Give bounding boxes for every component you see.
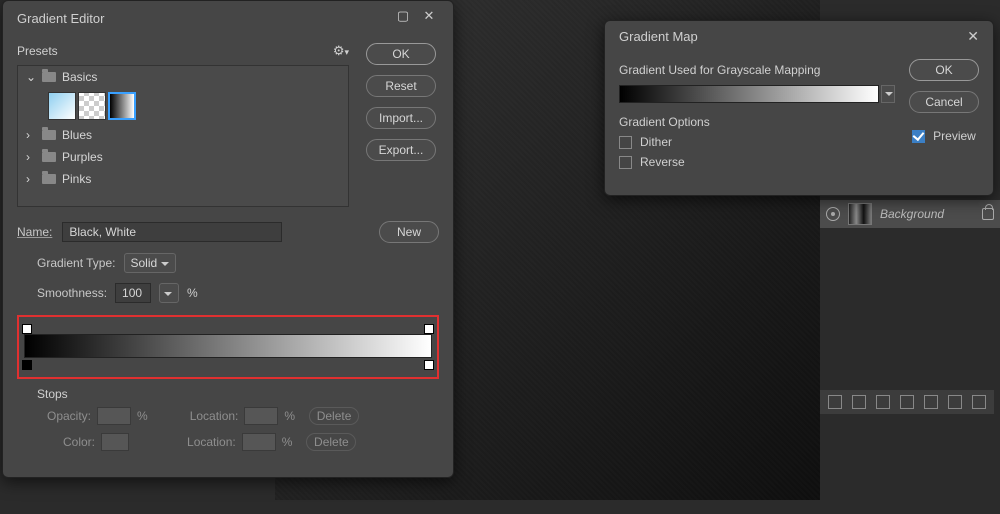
gradient-type-label: Gradient Type: (37, 256, 116, 270)
gradient-bar-highlight (17, 315, 439, 379)
export-button[interactable]: Export... (366, 139, 436, 161)
gradient-preview-bar[interactable] (24, 334, 432, 358)
folder-icon (42, 130, 56, 140)
folder-icon (42, 72, 56, 82)
smoothness-input[interactable] (115, 283, 151, 303)
color-stop-left[interactable] (22, 360, 32, 370)
close-icon[interactable]: ✕ (419, 8, 439, 28)
gradient-editor-titlebar[interactable]: Gradient Editor ▢ ✕ (3, 1, 453, 35)
color-label: Color: (63, 435, 95, 449)
preset-swatch[interactable] (48, 92, 76, 120)
preview-label: Preview (933, 129, 976, 143)
visibility-icon[interactable] (826, 207, 840, 221)
adjustment-icon[interactable] (900, 395, 914, 409)
percent-label: % (187, 286, 198, 300)
opacity-stop-right[interactable] (424, 324, 434, 334)
preset-swatch-selected[interactable] (108, 92, 136, 120)
close-icon[interactable]: ✕ (967, 28, 979, 45)
chevron-down-icon: ⌄ (26, 70, 36, 84)
reverse-label: Reverse (640, 155, 685, 169)
folder-icon (42, 152, 56, 162)
preset-swatch[interactable] (78, 92, 106, 120)
mask-icon[interactable] (876, 395, 890, 409)
opacity-input (97, 407, 131, 425)
gradient-dropdown-button[interactable] (881, 85, 895, 103)
smoothness-dropdown[interactable] (159, 283, 179, 303)
opacity-stop-left[interactable] (22, 324, 32, 334)
percent-label: % (282, 435, 293, 449)
name-input[interactable] (62, 222, 282, 242)
folder-label: Basics (62, 70, 97, 84)
lock-icon (982, 208, 994, 220)
link-icon[interactable] (828, 395, 842, 409)
gradient-map-dialog: Gradient Map ✕ Gradient Used for Graysca… (604, 20, 994, 196)
presets-folder-purples[interactable]: › Purples (18, 146, 348, 168)
folder-icon (42, 174, 56, 184)
group-icon[interactable] (924, 395, 938, 409)
presets-folder-blues[interactable]: › Blues (18, 124, 348, 146)
dialog-title: Gradient Editor (17, 11, 104, 26)
delete-color-stop-button: Delete (306, 433, 356, 451)
gradient-editor-dialog: Gradient Editor ▢ ✕ Presets ⚙︎▾ ⌄ Basics (2, 0, 454, 478)
layers-bottom-toolbar (820, 390, 994, 414)
folder-label: Pinks (62, 172, 91, 186)
gradient-map-titlebar[interactable]: Gradient Map ✕ (605, 21, 993, 51)
color-swatch-input (101, 433, 129, 451)
location-input (242, 433, 276, 451)
reverse-checkbox[interactable] (619, 156, 632, 169)
delete-opacity-stop-button: Delete (309, 407, 359, 425)
options-heading: Gradient Options (619, 115, 895, 129)
location-input (244, 407, 278, 425)
preview-checkbox[interactable] (912, 130, 925, 143)
dither-checkbox[interactable] (619, 136, 632, 149)
chevron-right-icon: › (26, 172, 36, 186)
maximize-icon[interactable]: ▢ (393, 8, 413, 28)
ok-button[interactable]: OK (909, 59, 979, 81)
layer-name-label[interactable]: Background (880, 207, 944, 221)
presets-list[interactable]: ⌄ Basics › Blues › Purples (17, 65, 349, 207)
new-layer-icon[interactable] (948, 395, 962, 409)
new-button[interactable]: New (379, 221, 439, 243)
dialog-title: Gradient Map (619, 29, 698, 44)
dither-label: Dither (640, 135, 672, 149)
ok-button[interactable]: OK (366, 43, 436, 65)
percent-label: % (284, 409, 295, 423)
smoothness-label: Smoothness: (37, 286, 107, 300)
location-label: Location: (190, 409, 239, 423)
presets-label: Presets (17, 44, 58, 58)
location-label: Location: (187, 435, 236, 449)
import-button[interactable]: Import... (366, 107, 436, 129)
mapping-heading: Gradient Used for Grayscale Mapping (619, 63, 895, 77)
chevron-right-icon: › (26, 150, 36, 164)
trash-icon[interactable] (972, 395, 986, 409)
cancel-button[interactable]: Cancel (909, 91, 979, 113)
presets-folder-pinks[interactable]: › Pinks (18, 168, 348, 190)
stops-section-title: Stops (37, 387, 439, 401)
fx-icon[interactable] (852, 395, 866, 409)
reset-button[interactable]: Reset (366, 75, 436, 97)
presets-folder-basics[interactable]: ⌄ Basics (18, 66, 348, 88)
color-stop-right[interactable] (424, 360, 434, 370)
layer-thumbnail[interactable] (848, 203, 872, 225)
gradient-type-select[interactable]: Solid (124, 253, 177, 273)
gradient-map-bar[interactable] (619, 85, 879, 103)
gear-icon[interactable]: ⚙︎▾ (333, 43, 349, 59)
name-label: Name: (17, 225, 52, 239)
folder-label: Purples (62, 150, 103, 164)
layers-panel-row[interactable]: Background (820, 200, 1000, 228)
chevron-right-icon: › (26, 128, 36, 142)
folder-label: Blues (62, 128, 92, 142)
percent-label: % (137, 409, 148, 423)
opacity-label: Opacity: (47, 409, 91, 423)
